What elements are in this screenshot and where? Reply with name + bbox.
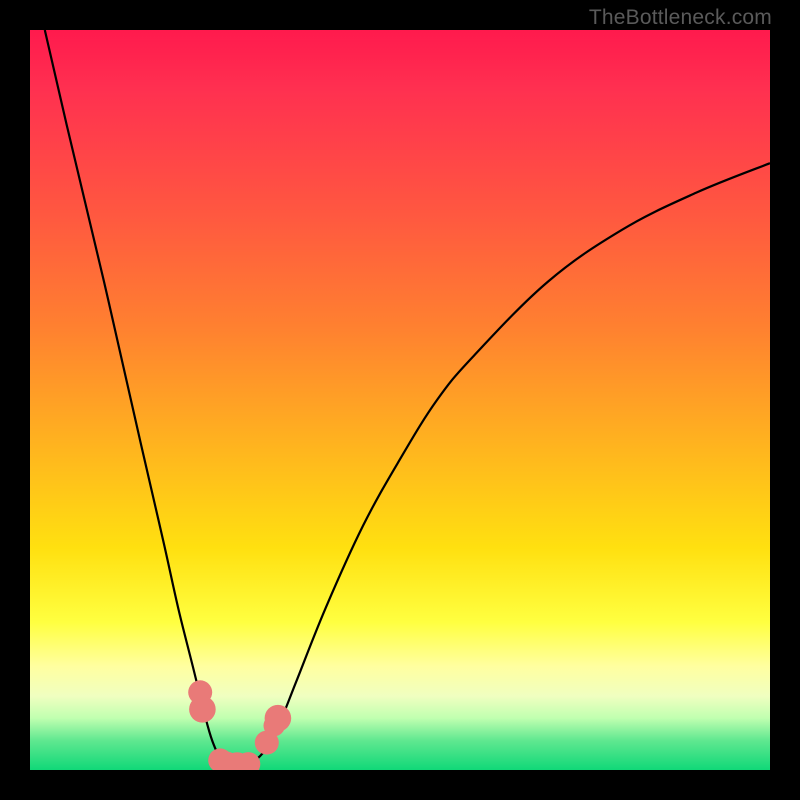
data-marker	[189, 696, 216, 723]
curve-left-arm	[45, 30, 237, 770]
chart-canvas	[30, 30, 770, 770]
data-marker	[265, 705, 292, 732]
chart-svg	[30, 30, 770, 770]
watermark-text: TheBottleneck.com	[589, 6, 772, 30]
data-markers	[188, 680, 291, 770]
curve-right-arm	[237, 163, 770, 770]
